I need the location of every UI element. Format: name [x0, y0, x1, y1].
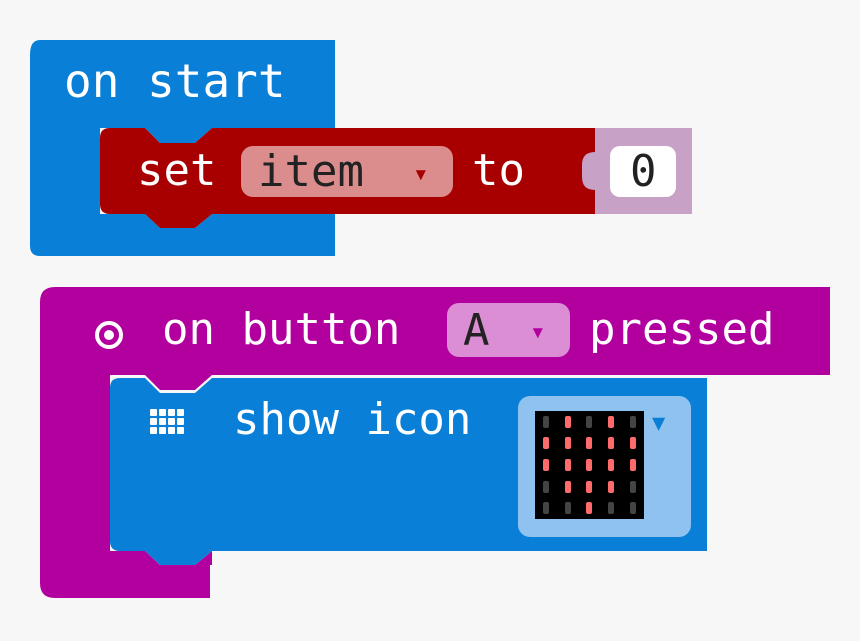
to-label: to: [472, 145, 525, 196]
led-on[interactable]: [600, 454, 622, 476]
led-off[interactable]: [622, 497, 644, 519]
led-dot: [586, 480, 593, 493]
variable-dropdown[interactable]: item ▾: [241, 146, 453, 197]
led-on[interactable]: [557, 433, 579, 455]
led-on[interactable]: [535, 454, 557, 476]
led-dot: [586, 458, 593, 471]
led-off[interactable]: [579, 411, 601, 433]
led-off[interactable]: [557, 497, 579, 519]
led-dot: [586, 502, 593, 515]
led-dot: [564, 480, 571, 493]
led-dot: [542, 480, 549, 493]
on-button-label: on button: [162, 304, 401, 355]
led-on[interactable]: [557, 454, 579, 476]
led-dot: [608, 437, 615, 450]
editor-canvas: on start set item ▾ to 0 on button A ▾ p…: [0, 0, 860, 641]
led-dot: [630, 480, 637, 493]
led-off[interactable]: [622, 411, 644, 433]
led-on[interactable]: [535, 433, 557, 455]
led-dot: [564, 458, 571, 471]
led-dot: [542, 415, 549, 428]
led-on[interactable]: [600, 433, 622, 455]
led-dot: [586, 415, 593, 428]
led-on[interactable]: [579, 433, 601, 455]
led-dot: [608, 480, 615, 493]
led-dot: [608, 415, 615, 428]
led-matrix[interactable]: [535, 411, 644, 519]
led-off[interactable]: [535, 497, 557, 519]
chevron-down-icon: ▾: [530, 317, 546, 347]
led-off[interactable]: [622, 476, 644, 498]
number-value: 0: [630, 146, 657, 197]
chevron-down-icon: ▾: [413, 159, 429, 189]
show-icon-label: show icon: [233, 394, 472, 445]
led-on[interactable]: [622, 433, 644, 455]
led-off[interactable]: [535, 411, 557, 433]
led-off[interactable]: [535, 476, 557, 498]
led-off[interactable]: [600, 497, 622, 519]
led-dot: [608, 458, 615, 471]
led-dot: [564, 415, 571, 428]
led-dot: [542, 458, 549, 471]
led-dot: [564, 437, 571, 450]
on-start-label: on start: [64, 54, 286, 108]
led-dot: [608, 502, 615, 515]
set-label: set: [137, 145, 217, 196]
led-dot: [630, 458, 637, 471]
led-dot: [586, 437, 593, 450]
led-on[interactable]: [600, 476, 622, 498]
led-on[interactable]: [600, 411, 622, 433]
number-input[interactable]: 0: [610, 146, 676, 197]
led-dot: [630, 415, 637, 428]
variable-name: item: [258, 146, 364, 197]
pressed-label: pressed: [589, 304, 775, 355]
led-on[interactable]: [557, 411, 579, 433]
led-on[interactable]: [579, 497, 601, 519]
led-dot: [630, 502, 637, 515]
led-dot: [564, 502, 571, 515]
button-value: A: [463, 305, 490, 356]
button-dropdown[interactable]: A ▾: [447, 303, 570, 357]
led-on[interactable]: [579, 476, 601, 498]
led-on[interactable]: [579, 454, 601, 476]
led-dot: [542, 502, 549, 515]
led-dot: [542, 437, 549, 450]
led-on[interactable]: [557, 476, 579, 498]
chevron-down-icon[interactable]: ▼: [652, 413, 665, 435]
led-dot: [630, 437, 637, 450]
led-on[interactable]: [622, 454, 644, 476]
